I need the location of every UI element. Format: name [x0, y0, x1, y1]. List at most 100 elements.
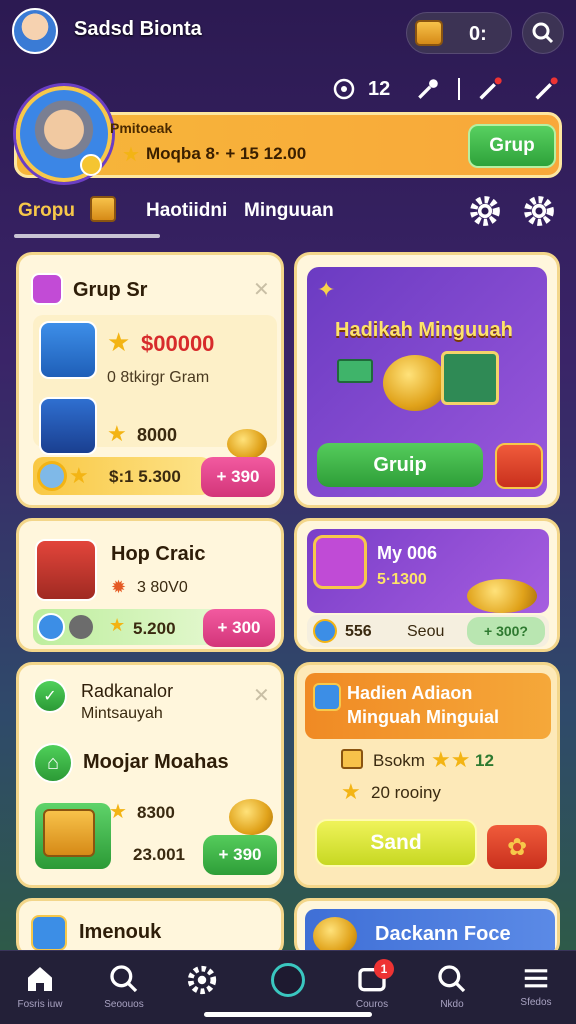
footer-value: 5.200	[133, 619, 176, 638]
shield-icon	[37, 613, 65, 641]
center-orb-icon	[271, 963, 305, 997]
gift-box-icon[interactable]: ✿	[487, 825, 547, 869]
treasure-icon	[441, 351, 499, 405]
gear-icon[interactable]	[468, 194, 502, 228]
imenouk-card[interactable]: Imenouk	[16, 898, 284, 958]
username: Sadsd Bionta	[74, 18, 202, 40]
hadien-card[interactable]: Hadien Adiaon Minguah Minguial Bsokm ★★ …	[294, 662, 560, 888]
member-avatar[interactable]	[39, 397, 97, 455]
cash-icon	[337, 359, 373, 383]
card-title: Hadikah Minguuah	[335, 319, 513, 341]
send-button[interactable]: Sand	[315, 819, 477, 867]
search-icon	[110, 965, 138, 993]
coin-value: 0:	[469, 23, 487, 45]
shield-icon	[330, 75, 358, 103]
tab-haotiidni[interactable]: Haotiidni	[146, 200, 227, 222]
profile-title: Pmitoeak	[110, 120, 173, 136]
chest-icon	[415, 20, 443, 46]
rank-claim-button[interactable]: + 390	[203, 835, 277, 875]
rank-value2: 23.001	[133, 845, 185, 864]
row2-value: 8000	[137, 425, 178, 445]
coin-balance[interactable]: 0:	[406, 12, 512, 54]
medal-icon	[37, 461, 67, 491]
nav-search[interactable]: Seoouos	[94, 963, 154, 1021]
medal-icon	[313, 619, 337, 643]
card-title: Hadien Adiaon Minguah Minguial	[347, 683, 499, 727]
check-icon: ✓	[33, 679, 67, 713]
hadikah-card[interactable]: ✦ Hadikah Minguuah Gruip	[294, 252, 560, 508]
map-icon	[31, 915, 67, 951]
star-icon: ★	[109, 615, 126, 635]
rank-value1: 8300	[137, 803, 175, 822]
rocket-alt-icon[interactable]	[532, 75, 560, 103]
card-title: Radkanalor	[81, 681, 174, 701]
nav-find[interactable]: Nkdo	[422, 963, 482, 1021]
gift-icon[interactable]	[495, 443, 543, 489]
row1-sub: 0 8tkirgr Gram	[107, 369, 210, 386]
coin-stack-icon	[229, 799, 273, 835]
footer-mid: Seou	[407, 623, 445, 640]
star-icon: ★	[107, 421, 127, 446]
emblem-icon	[313, 535, 367, 589]
pen-icon	[31, 273, 63, 305]
tab-gropu[interactable]: Gropu	[18, 200, 75, 222]
tab-bar: Gropu Haotiidni Minguuan	[18, 192, 558, 236]
star-icon: ★	[69, 463, 89, 488]
card-title: Hop Craic	[111, 543, 206, 565]
level-badge-icon	[80, 154, 102, 176]
search-button[interactable]	[522, 12, 564, 54]
search-icon	[532, 22, 554, 44]
card-title: Dackann Foce	[375, 923, 511, 945]
nav-menu[interactable]: Sfedos	[506, 963, 566, 1021]
rank-headline: Moojar Moahas	[83, 751, 229, 773]
coin-stack-icon	[227, 429, 267, 459]
rank-card[interactable]: ✓ Radkanalor Mintsauyah ✕ ⌂ Moojar Moaha…	[16, 662, 284, 888]
footer-value: $:1 5.300	[109, 467, 181, 486]
footer-left: 556	[345, 623, 372, 640]
claim-button[interactable]: + 390	[201, 457, 275, 497]
nav-label: Fosris iuw	[17, 999, 63, 1010]
card-title: My 006	[377, 543, 438, 563]
nav-home[interactable]: Fosris iuw	[10, 963, 70, 1021]
dackann-card[interactable]: Dackann Foce	[294, 898, 560, 958]
card-title: Grup Sr	[73, 279, 148, 301]
star-icon: ★	[341, 779, 361, 804]
character-avatar[interactable]	[35, 539, 97, 601]
grup-button[interactable]: Grup	[468, 124, 556, 168]
nav-label: Sfedos	[520, 997, 552, 1008]
shop-card[interactable]: Hop Craic ✹ 3 80V0 ★ 5.200 + 300	[16, 518, 284, 652]
star-icon: ★	[107, 327, 131, 357]
coin-stack-icon	[467, 579, 537, 613]
hadien-line1-num: 12	[475, 751, 494, 770]
close-icon[interactable]: ✕	[253, 277, 270, 302]
grup-card[interactable]: Grup Sr ✕ ★ $00000 0 8tkirgr Gram ★ 8000…	[16, 252, 284, 508]
home-icon	[28, 967, 52, 991]
my-claim-button[interactable]: + 300?	[467, 617, 545, 645]
star-icon: ★	[122, 144, 140, 166]
hadien-line1: Bsokm	[373, 751, 425, 770]
map-icon	[313, 683, 341, 711]
wrench-icon[interactable]	[414, 75, 442, 103]
house-icon: ⌂	[33, 743, 73, 783]
rank-sub: Mintsauyah	[81, 705, 163, 722]
chest-icon	[341, 749, 363, 769]
tab-minguuan[interactable]: Minguuan	[244, 200, 334, 222]
settings-gear-icon[interactable]	[522, 194, 556, 228]
row1-value: $00000	[141, 331, 215, 356]
gruip-button[interactable]: Gruip	[317, 443, 483, 487]
magnifier-icon	[438, 965, 466, 993]
menu-icon	[524, 969, 548, 988]
user-avatar[interactable]	[12, 8, 58, 54]
close-icon[interactable]: ✕	[253, 683, 270, 708]
member-avatar[interactable]	[39, 321, 97, 379]
top-bar: Sadsd Bionta 0:	[0, 0, 576, 64]
rocket-icon[interactable]	[476, 75, 504, 103]
my-card[interactable]: My 006 5·1300 556 Seou + 300?	[294, 518, 560, 652]
shop-claim-button[interactable]: + 300	[203, 609, 275, 647]
stats-row: 12	[330, 74, 570, 104]
nav-label: Seoouos	[104, 999, 144, 1010]
chest-icon	[43, 809, 95, 857]
profile-avatar[interactable]	[16, 86, 112, 182]
stats-count: 12	[368, 77, 391, 100]
divider	[458, 78, 461, 100]
